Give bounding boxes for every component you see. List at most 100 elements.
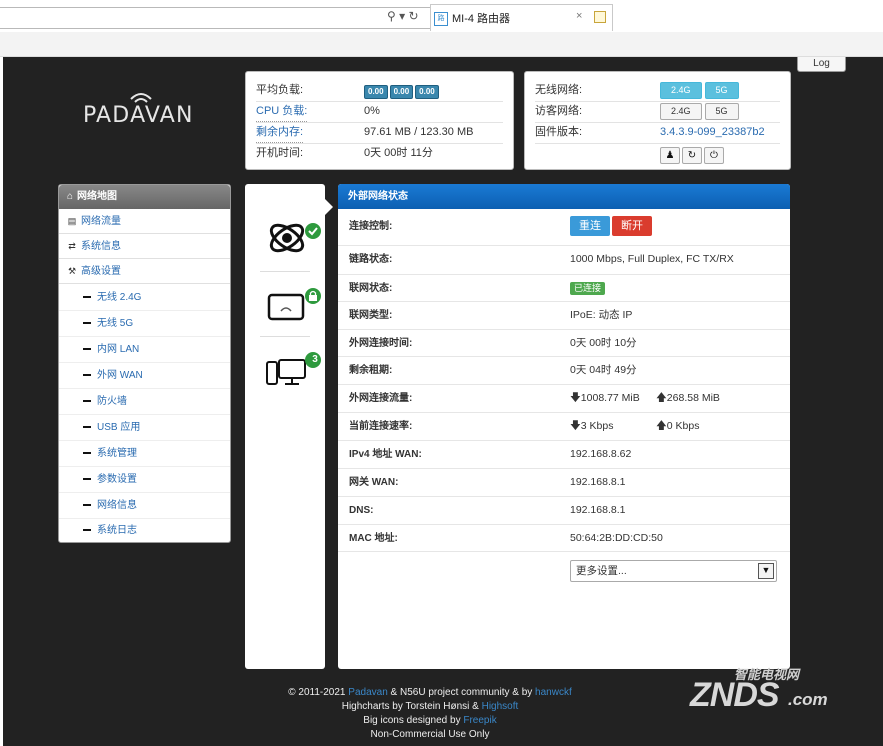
arrow-down-icon: 🡇 (570, 392, 581, 404)
freepik-link[interactable]: Freepik (463, 715, 496, 726)
status-row-uptime: 开机时间: 0天 00时 11分 (256, 143, 503, 163)
lease-remaining-value: 0天 04时 49分 (570, 364, 637, 376)
cpu-load-link[interactable]: CPU 负载: (256, 101, 308, 122)
guest-buttons: 2.4G 5G (660, 103, 742, 120)
sidebar-item-label: 系统信息 (81, 241, 121, 252)
wifi-5g-button[interactable]: 5G (704, 82, 739, 99)
new-tab-icon[interactable] (594, 11, 606, 23)
row-label: 外网连接时间: (349, 338, 413, 349)
sidebar-item-firewall[interactable]: 防火墙 (59, 389, 230, 415)
firmware-version-link[interactable]: 3.4.3.9-099_23387b2 (660, 122, 765, 142)
sidebar-item-wireless-24g[interactable]: 无线 2.4G (59, 285, 230, 311)
wireless-buttons: 2.4G 5G (660, 82, 742, 99)
sidebar-item-traffic[interactable]: ▤ 网络流量 (59, 209, 230, 234)
padavan-link[interactable]: Padavan (348, 687, 387, 698)
shuffle-icon: ⇄ (68, 241, 76, 251)
wan-uptime-value: 0天 00时 10分 (570, 337, 637, 349)
row-label: DNS: (349, 505, 374, 516)
footer-text: © 2011-2021 (288, 687, 349, 698)
row-lease-remaining: 剩余租期: 0天 04时 49分 (338, 356, 790, 384)
highsoft-link[interactable]: Highsoft (482, 701, 519, 712)
row-label: MAC 地址: (349, 533, 398, 544)
refresh-icon[interactable]: ↻ (682, 147, 702, 164)
watermark-suffix-text: .com (788, 690, 828, 709)
load-badge-2: 0.00 (389, 85, 414, 99)
browser-tab-title: 路 MI-4 路由器 (434, 10, 511, 27)
free-memory-link[interactable]: 剩余内存: (256, 122, 304, 143)
sidebar-item-system-info[interactable]: ⇄ 系统信息 (59, 234, 230, 259)
sidebar-subitem-label: 无线 5G (97, 318, 134, 329)
status-row-load: 平均负载: 0.00 0.00 0.00 (256, 80, 503, 100)
row-label: 联网状态: (349, 283, 393, 294)
home-icon: ⌂ (67, 191, 74, 202)
sidebar-item-label: 高级设置 (81, 266, 121, 277)
browser-toolbar (0, 32, 883, 57)
sidebar-item-system-admin[interactable]: 系统管理 (59, 441, 230, 467)
address-bar[interactable] (0, 7, 431, 29)
address-bar-icons[interactable]: ⚲ ▾ ↻ (387, 9, 419, 23)
rate-up: 🡅0 Kbps (656, 413, 700, 440)
sidebar-item-usb[interactable]: USB 应用 (59, 415, 230, 441)
dash-icon (83, 348, 91, 351)
load-badge-3: 0.00 (415, 85, 439, 99)
sidebar-item-lan[interactable]: 内网 LAN (59, 337, 230, 363)
power-icon[interactable]: ⏻ (704, 147, 724, 164)
arrow-up-icon: 🡅 (656, 420, 667, 432)
more-settings-select[interactable]: 更多设置... ▼ (570, 560, 777, 582)
sidebar-item-network-info[interactable]: 网络信息 (59, 493, 230, 519)
traffic-down-value: 1008.77 MiB (580, 392, 640, 404)
sidebar-item-advanced[interactable]: ⚒ 高级设置 (59, 259, 230, 284)
status-row-guest: 访客网络: 2.4G 5G (535, 101, 780, 121)
row-internet-status: 联网状态: 已连接 (338, 274, 790, 302)
row-wan-uptime: 外网连接时间: 0天 00时 10分 (338, 329, 790, 357)
clients-count-badge: 3 (312, 354, 318, 365)
rate-down: 🡇3 Kbps (570, 413, 614, 440)
wan-traffic-down: 🡇1008.77 MiB (570, 385, 640, 412)
sidebar-item-wan[interactable]: 外网 WAN (59, 363, 230, 389)
log-button[interactable]: Log (797, 57, 846, 72)
hanwckf-link[interactable]: hanwckf (535, 687, 572, 698)
router-device-icon[interactable] (267, 287, 323, 323)
sidebar-subitem-label: 无线 2.4G (97, 292, 142, 303)
guest-24g-button[interactable]: 2.4G (660, 103, 702, 120)
system-status-box: 平均负载: 0.00 0.00 0.00 CPU 负载: 0% 剩余内存: 97.6… (245, 71, 514, 170)
sidebar-subitem-label: 系统日志 (97, 525, 137, 536)
status-row-cpu: CPU 负载: 0% (256, 101, 503, 122)
sidebar-item-system-log[interactable]: 系统日志 (59, 518, 230, 543)
user-icon[interactable]: ♟ (660, 147, 680, 164)
wifi-24g-button[interactable]: 2.4G (660, 82, 702, 99)
divider (338, 551, 790, 552)
internet-status-value: 已连接 (570, 275, 606, 302)
free-memory-value: 97.61 MB / 123.30 MB (364, 126, 474, 138)
internet-globe-icon[interactable] (265, 217, 323, 259)
dash-icon (83, 529, 91, 532)
guest-label: 访客网络: (535, 105, 583, 117)
sidebar-item-wireless-5g[interactable]: 无线 5G (59, 311, 230, 337)
row-ipv4: IPv4 地址 WAN: 192.168.8.62 (338, 440, 790, 468)
cpu-load-value: 0% (364, 105, 380, 117)
reconnect-button[interactable]: 重连 (570, 216, 610, 236)
mac-value: 50:64:2B:DD:CD:50 (570, 532, 663, 544)
router-favicon-icon: 路 (434, 12, 448, 27)
dns-value: 192.168.8.1 (570, 504, 626, 516)
connected-tag: 已连接 (570, 282, 606, 295)
sidebar-subitem-label: 外网 WAN (97, 370, 143, 381)
guest-5g-button[interactable]: 5G (704, 103, 739, 120)
status-row-firmware: 固件版本: 3.4.3.9-099_23387b2 (535, 122, 780, 142)
connection-buttons: 重连 断开 (570, 216, 652, 236)
sidebar-header-label: 网络地图 (77, 191, 118, 202)
status-row-actions: ♟ ↻ ⏻ (535, 145, 780, 165)
more-settings-label: 更多设置... (576, 565, 627, 577)
row-dns: DNS: 192.168.8.1 (338, 496, 790, 524)
row-label: IPv4 地址 WAN: (349, 449, 422, 460)
disconnect-button[interactable]: 断开 (612, 216, 652, 236)
tab-title-text: MI-4 路由器 (452, 13, 511, 25)
row-connection-control: 连接控制: 重连 断开 (338, 213, 790, 240)
sidebar-item-parameters[interactable]: 参数设置 (59, 467, 230, 493)
dash-icon (83, 504, 91, 507)
tab-close-icon[interactable]: × (576, 10, 582, 22)
footer-text: Highcharts by Torstein Hønsi & (341, 701, 482, 712)
sidebar-item-network-map[interactable]: ⌂ 网络地图 (59, 185, 230, 209)
load-badges: 0.00 0.00 0.00 (364, 81, 441, 101)
row-label: 连接控制: (349, 221, 393, 232)
